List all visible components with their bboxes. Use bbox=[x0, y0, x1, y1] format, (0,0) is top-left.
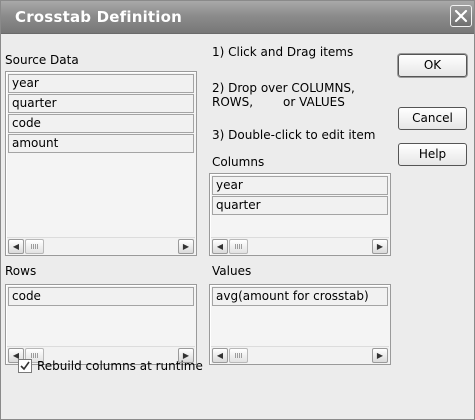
scroll-thumb[interactable] bbox=[229, 239, 248, 254]
rows-listbox[interactable]: code ◀ ▶ bbox=[5, 284, 197, 365]
scroll-right-button[interactable]: ▶ bbox=[178, 239, 194, 254]
instruction-step2-line1: 2) Drop over COLUMNS, bbox=[212, 81, 355, 95]
title-bar[interactable]: Crosstab Definition bbox=[1, 1, 474, 34]
scroll-right-button[interactable]: ▶ bbox=[372, 239, 388, 254]
close-icon bbox=[454, 9, 468, 23]
source-item-amount[interactable]: amount bbox=[8, 134, 194, 153]
instruction-step2-line2a: ROWS, bbox=[212, 95, 254, 109]
source-item-code[interactable]: code bbox=[8, 114, 194, 133]
row-item-code[interactable]: code bbox=[8, 287, 194, 306]
chevron-right-icon: ▶ bbox=[376, 242, 384, 251]
checkmark-icon bbox=[20, 361, 30, 371]
columns-horizontal-scrollbar[interactable]: ◀ ▶ bbox=[211, 237, 389, 254]
scroll-left-button[interactable]: ◀ bbox=[8, 239, 24, 254]
rebuild-columns-checkbox[interactable] bbox=[18, 359, 32, 373]
value-item-avg-amount[interactable]: avg(amount for crosstab) bbox=[212, 287, 388, 306]
chevron-left-icon: ◀ bbox=[216, 351, 224, 360]
scroll-thumb[interactable] bbox=[25, 239, 44, 254]
values-horizontal-scrollbar[interactable]: ◀ ▶ bbox=[211, 346, 389, 363]
chevron-right-icon: ▶ bbox=[376, 351, 384, 360]
window-title: Crosstab Definition bbox=[15, 8, 183, 26]
chevron-right-icon: ▶ bbox=[182, 242, 190, 251]
source-item-year[interactable]: year bbox=[8, 74, 194, 93]
cancel-button[interactable]: Cancel bbox=[398, 107, 467, 130]
values-listbox[interactable]: avg(amount for crosstab) ◀ ▶ bbox=[209, 284, 391, 365]
columns-label: Columns bbox=[212, 155, 265, 169]
rows-label: Rows bbox=[5, 264, 37, 278]
scroll-right-button[interactable]: ▶ bbox=[372, 348, 388, 363]
column-item-year[interactable]: year bbox=[212, 176, 388, 195]
scroll-thumb[interactable] bbox=[229, 348, 248, 363]
close-button[interactable] bbox=[450, 5, 472, 27]
rebuild-columns-label: Rebuild columns at runtime bbox=[37, 359, 203, 373]
chevron-left-icon: ◀ bbox=[216, 242, 224, 251]
source-horizontal-scrollbar[interactable]: ◀ ▶ bbox=[7, 237, 195, 254]
instruction-step3: 3) Double-click to edit item bbox=[212, 128, 376, 142]
instruction-step2-line2b: or VALUES bbox=[283, 95, 345, 109]
values-label: Values bbox=[212, 264, 252, 278]
source-data-listbox[interactable]: year quarter code amount ◀ ▶ bbox=[5, 71, 197, 256]
ok-button[interactable]: OK bbox=[398, 54, 467, 77]
crosstab-dialog: Crosstab Definition Source Data year qua… bbox=[0, 0, 475, 420]
column-item-quarter[interactable]: quarter bbox=[212, 196, 388, 215]
instruction-step1: 1) Click and Drag items bbox=[212, 45, 354, 59]
source-item-quarter[interactable]: quarter bbox=[8, 94, 194, 113]
scroll-left-button[interactable]: ◀ bbox=[212, 348, 228, 363]
columns-listbox[interactable]: year quarter ◀ ▶ bbox=[209, 173, 391, 256]
help-button[interactable]: Help bbox=[398, 143, 467, 166]
scroll-left-button[interactable]: ◀ bbox=[212, 239, 228, 254]
chevron-left-icon: ◀ bbox=[12, 242, 20, 251]
source-data-label: Source Data bbox=[5, 53, 79, 67]
